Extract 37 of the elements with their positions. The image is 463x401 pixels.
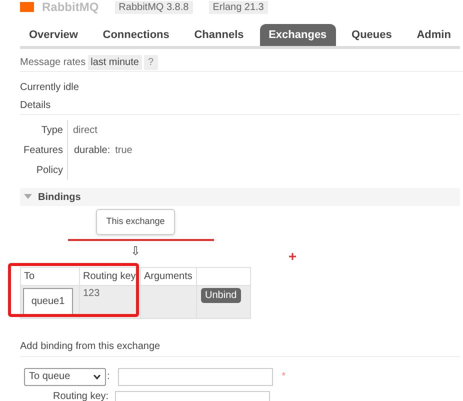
logo-text: RabbitMQ [42, 0, 99, 14]
nav-tab[interactable]: Exchanges [260, 24, 336, 46]
destination-select[interactable]: To queue [24, 368, 106, 386]
source-exchange-box: This exchange [96, 209, 175, 235]
detail-label: Type [20, 120, 68, 140]
destination-field[interactable] [118, 368, 273, 386]
column-header: To [20, 268, 80, 286]
nav-tab[interactable]: Channels [185, 24, 253, 46]
plus-icon [289, 253, 296, 260]
detail-label: Policy [20, 160, 68, 180]
chevron-icon [93, 374, 101, 380]
required-mark: * [282, 371, 286, 383]
version-badge: RabbitMQ 3.8.8 [114, 0, 193, 14]
detail-value: true [115, 144, 132, 158]
bindings-header[interactable]: Bindings [20, 188, 460, 206]
detail-value: direct [73, 124, 98, 138]
table-cell: 123 [80, 286, 140, 318]
unbind-button[interactable]: Unbind [201, 288, 241, 303]
down-arrow: ⇩ [130, 244, 141, 258]
nav-tab[interactable]: Overview [20, 24, 87, 46]
routing-key-label: Routing key: [53, 391, 109, 401]
version-badge: Erlang 21.3 [208, 0, 268, 14]
caret-icon [24, 194, 32, 200]
rate-period-button[interactable]: last minute [88, 55, 142, 70]
nav-tab[interactable]: Admin [408, 24, 460, 46]
bindings-title: Bindings [38, 190, 81, 204]
detail-label: Features [20, 140, 68, 160]
logo-icon [20, 2, 34, 12]
queue-link[interactable]: queue1 [23, 288, 73, 316]
colon-text: : [107, 371, 110, 383]
message-rates-label: Message rates [20, 56, 86, 70]
add-binding-heading: Add binding from this exchange [20, 341, 460, 357]
details-heading: Details [20, 100, 52, 112]
nav-tab[interactable]: Connections [94, 24, 178, 46]
detail-key: durable: [74, 142, 110, 158]
status-text: Currently idle [20, 82, 80, 94]
nav-tab[interactable]: Queues [342, 24, 401, 46]
